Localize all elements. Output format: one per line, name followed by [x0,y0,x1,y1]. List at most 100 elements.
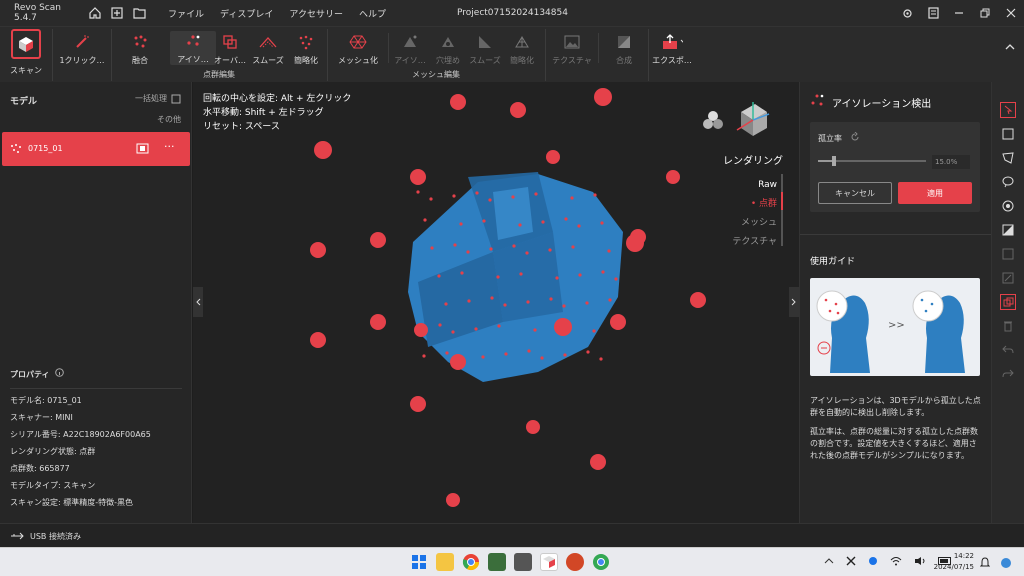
selected-point [614,277,618,281]
mesh-simplify-icon [511,31,533,53]
properties-title: プロパティ [10,369,50,379]
minimize-icon[interactable] [946,0,972,26]
brush-select-icon[interactable] [1000,198,1016,214]
chrome-icon[interactable] [592,553,610,571]
overlap-label: オーバ… [214,56,246,65]
selected-point [555,276,559,280]
right-collapse-button[interactable] [789,287,799,317]
menu-display[interactable]: ディスプレイ [220,7,273,20]
notification-icon[interactable] [979,557,991,571]
3d-viewport[interactable]: 回転の中心を設定: Alt + 左クリック 水平移動: Shift + 左ドラッグ… [193,82,799,523]
model-item[interactable]: 0715_01 ··· [2,132,190,166]
color-mode-icon[interactable] [701,110,725,133]
chrome-icon[interactable] [462,553,480,571]
other-button[interactable]: その他 [157,114,181,125]
crop-icon[interactable] [1000,270,1016,286]
outlier-cluster [414,323,428,337]
wifi-icon[interactable] [890,556,902,569]
polygon-select-icon[interactable] [1000,150,1016,166]
description-1: アイソレーションは、3Dモデルから孤立した点群を自動的に検出し削除します。 [810,396,981,417]
select-tool-icon[interactable] [1000,102,1016,118]
windows-start-icon[interactable] [410,553,428,571]
selected-point [592,329,596,333]
notes-icon[interactable] [920,0,946,26]
redo-icon[interactable] [1000,366,1016,382]
more-options-icon[interactable]: ··· [164,140,175,153]
left-collapse-button[interactable] [193,287,203,317]
rate-slider[interactable] [818,156,926,166]
selected-point [562,304,566,308]
settings-icon[interactable] [894,0,920,26]
usb-icon [10,531,24,544]
menu-file[interactable]: ファイル [168,7,204,20]
tray-close-icon[interactable] [846,556,856,569]
new-project-icon[interactable] [108,4,126,22]
render-mode-option[interactable]: Raw [732,176,777,195]
selected-point [593,193,597,197]
menu-accessory[interactable]: アクセサリー [289,7,343,20]
app-icon[interactable] [488,553,506,571]
home-icon[interactable] [86,4,104,22]
slider-thumb[interactable] [832,156,837,166]
clock-time[interactable]: 14:22 [930,551,974,562]
selected-point [452,194,456,198]
chevron-up-icon[interactable] [824,557,834,568]
fusion-button[interactable]: 融合 [117,31,163,66]
selected-point [518,223,522,227]
view-cube[interactable] [731,96,771,136]
fill-holes-label: 穴埋め [436,56,460,65]
selected-point [438,323,442,327]
export-button[interactable]: エクスポ… [652,31,692,66]
outlier-cluster [410,169,426,185]
delete-icon[interactable] [1000,318,1016,334]
selected-point [525,251,529,255]
texture-button[interactable]: テクスチャ [549,31,595,66]
apply-button[interactable]: 適用 [898,182,972,204]
render-mode-option[interactable]: メッシュ [732,214,777,233]
cancel-button[interactable]: キャンセル [818,182,892,204]
clock-date[interactable]: 2024/07/15 [930,562,974,573]
collapse-toolbar-icon[interactable] [1004,41,1020,57]
outlier-cluster [546,150,560,164]
simplify-button[interactable]: 簡略化 [283,31,329,66]
file-explorer-icon[interactable] [436,553,454,571]
rate-value[interactable]: 15.0% [932,155,970,169]
scan-button[interactable]: スキャン [6,29,46,81]
mesh-simplify-button[interactable]: 簡略化 [499,31,545,66]
lasso-select-icon[interactable] [1000,174,1016,190]
volume-icon[interactable] [914,556,926,569]
selected-point [489,247,493,251]
deselect-icon[interactable] [1000,246,1016,262]
render-mode-option[interactable]: • 点群 [732,195,777,214]
powerpoint-icon[interactable] [566,553,584,571]
invert-select-icon[interactable] [1000,222,1016,238]
divider [52,29,53,81]
folder-icon[interactable] [130,4,148,22]
render-scroll-bar [781,174,783,246]
reset-icon[interactable] [850,131,860,145]
selected-point [496,275,500,279]
duplicate-icon[interactable] [1000,294,1016,310]
video-icon[interactable] [136,143,149,157]
restore-icon[interactable] [972,0,998,26]
point-cloud-model[interactable] [193,82,799,523]
texture-icon [561,31,583,53]
merge-label: 合成 [616,56,632,65]
mesh-smooth-label: スムーズ [469,56,501,65]
panel-title: モデル [10,97,38,107]
merge-button[interactable]: 合成 [601,31,647,66]
close-icon[interactable] [998,0,1024,26]
show-desktop-icon[interactable] [1000,557,1012,572]
rect-select-icon[interactable] [1000,126,1016,142]
undo-icon[interactable] [1000,342,1016,358]
info-icon[interactable] [54,368,64,380]
app-icon[interactable] [514,553,532,571]
revo-scan-icon[interactable] [540,553,558,571]
meshing-button[interactable]: メッシュ化 [335,31,381,66]
render-mode-option[interactable]: テクスチャ [732,233,777,252]
one-click-button[interactable]: 1クリック… [57,31,107,66]
menu-help[interactable]: ヘルプ [359,7,386,20]
tray-app-icon[interactable] [868,556,878,569]
selected-point [585,301,589,305]
batch-process-button[interactable]: 一括処理 [135,93,181,104]
